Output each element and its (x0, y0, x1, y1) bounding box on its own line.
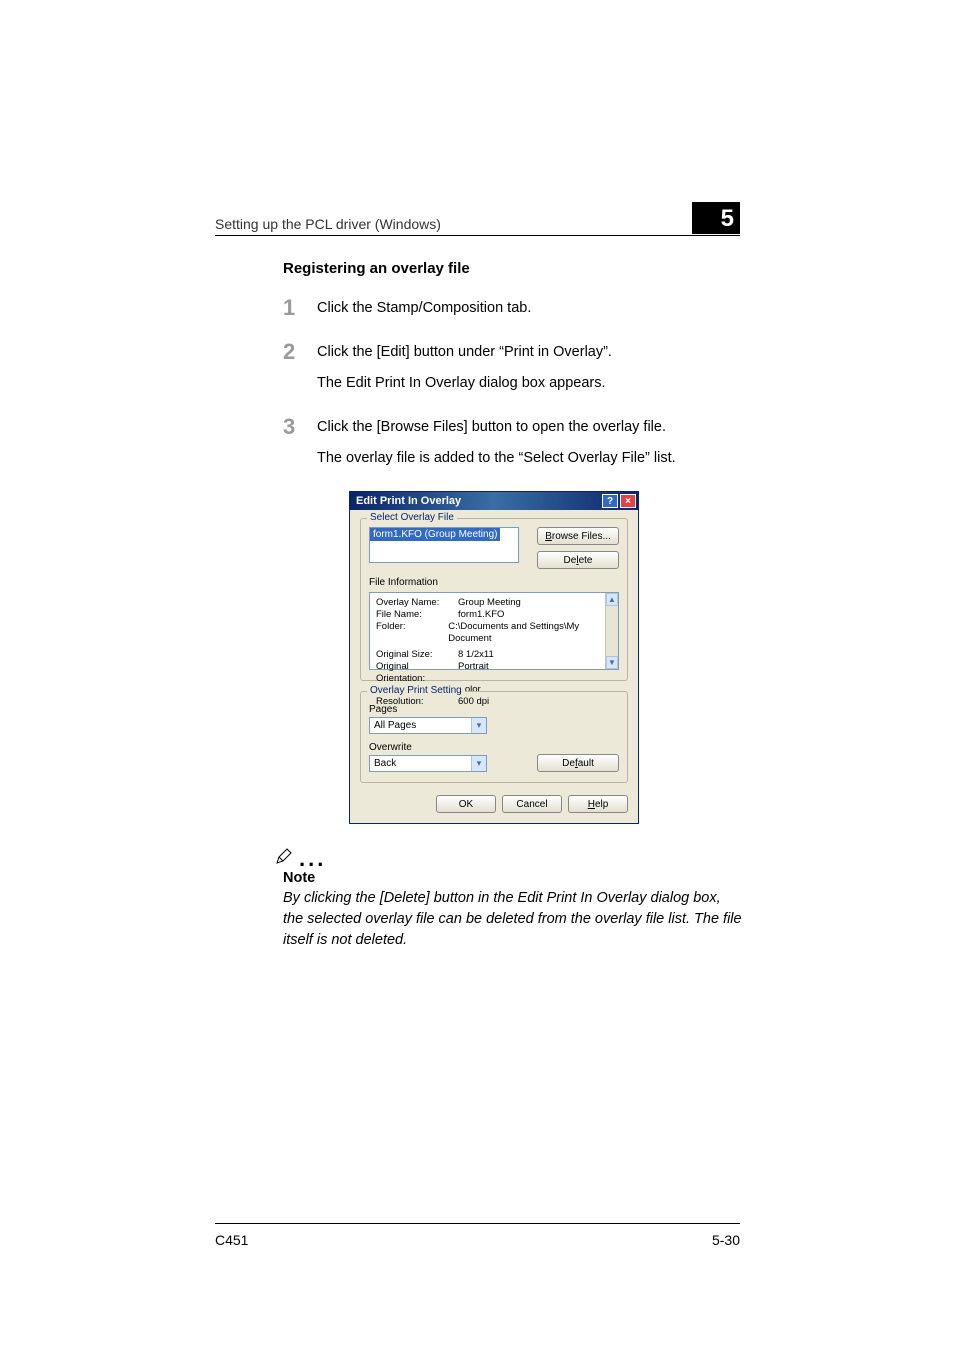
step-number: 2 (283, 341, 317, 402)
select-overlay-file-group: Select Overlay File form1.KFO (Group Mee… (360, 518, 628, 681)
overlay-print-setting-group: Overlay Print Setting Pages All Pages ▾ … (360, 691, 628, 783)
step-body: Click the [Edit] button under “Print in … (317, 341, 612, 402)
note-dots-icon: ... (299, 852, 326, 866)
default-button[interactable]: Default (537, 754, 619, 772)
step-body: Click the [Browse Files] button to open … (317, 416, 676, 477)
note-title: Note (283, 870, 743, 886)
pages-value: All Pages (370, 720, 471, 731)
info-key: Original Size: (376, 649, 458, 661)
overlay-file-list[interactable]: form1.KFO (Group Meeting) (369, 527, 519, 563)
chapter-number-badge: 5 (692, 202, 740, 234)
cancel-button[interactable]: Cancel (502, 795, 562, 813)
footer-rule (215, 1223, 740, 1224)
file-information-panel: Overlay Name:Group Meeting File Name:for… (369, 592, 619, 670)
note-block: ... Note By clicking the [Delete] button… (283, 848, 743, 951)
scroll-down-icon[interactable]: ▼ (606, 656, 618, 669)
step-1: 1 Click the Stamp/Composition tab. (283, 297, 743, 327)
step-text: Click the [Browse Files] button to open … (317, 416, 676, 438)
info-value: Portrait (458, 661, 489, 685)
close-icon[interactable]: × (620, 494, 636, 508)
footer-model: C451 (215, 1232, 248, 1248)
info-value: form1.KFO (458, 609, 504, 621)
header-rule (215, 235, 740, 236)
dialog-title: Edit Print In Overlay (356, 495, 461, 507)
browse-files-button[interactable]: Browse Files... (537, 527, 619, 545)
info-key: Folder: (376, 621, 448, 645)
scroll-up-icon[interactable]: ▲ (606, 593, 618, 606)
help-icon[interactable]: ? (602, 494, 618, 508)
scrollbar[interactable]: ▲ ▼ (605, 593, 618, 669)
step-2: 2 Click the [Edit] button under “Print i… (283, 341, 743, 402)
help-button[interactable]: Help (568, 795, 628, 813)
overwrite-value: Back (370, 758, 471, 769)
footer-page-number: 5-30 (712, 1232, 740, 1248)
file-information-label: File Information (369, 577, 619, 588)
dialog-titlebar[interactable]: Edit Print In Overlay ? × (350, 492, 638, 510)
delete-button[interactable]: Delete (537, 551, 619, 569)
overwrite-combo[interactable]: Back ▾ (369, 755, 487, 772)
chevron-down-icon[interactable]: ▾ (471, 718, 486, 733)
ok-button[interactable]: OK (436, 795, 496, 813)
info-key: File Name: (376, 609, 458, 621)
step-text: Click the [Edit] button under “Print in … (317, 341, 612, 363)
overwrite-label: Overwrite (369, 742, 487, 753)
info-value: C:\Documents and Settings\My Document (448, 621, 604, 645)
info-value: 8 1/2x11 (458, 649, 494, 661)
step-number: 1 (283, 297, 317, 327)
pages-combo[interactable]: All Pages ▾ (369, 717, 487, 734)
running-header: Setting up the PCL driver (Windows) (215, 216, 739, 232)
step-number: 3 (283, 416, 317, 477)
step-body: Click the Stamp/Composition tab. (317, 297, 531, 327)
step-text: The overlay file is added to the “Select… (317, 447, 676, 469)
info-key: Original Orientation: (376, 661, 458, 685)
step-text: The Edit Print In Overlay dialog box app… (317, 372, 612, 394)
step-text: Click the Stamp/Composition tab. (317, 297, 531, 319)
step-3: 3 Click the [Browse Files] button to ope… (283, 416, 743, 477)
chevron-down-icon[interactable]: ▾ (471, 756, 486, 771)
group-legend: Select Overlay File (367, 512, 457, 523)
info-key: Overlay Name: (376, 597, 458, 609)
info-value: Group Meeting (458, 597, 521, 609)
steps-list: 1 Click the Stamp/Composition tab. 2 Cli… (283, 297, 743, 477)
overlay-file-selected-item[interactable]: form1.KFO (Group Meeting) (370, 528, 500, 541)
dialog-footer: OK Cancel Help (360, 793, 628, 813)
note-body: By clicking the [Delete] button in the E… (283, 888, 743, 951)
section-title: Registering an overlay file (283, 260, 743, 277)
pages-label: Pages (369, 704, 619, 715)
group-legend: Overlay Print Setting (367, 685, 465, 696)
note-pencil-icon (275, 848, 293, 866)
edit-print-in-overlay-dialog: Edit Print In Overlay ? × Select Overlay… (349, 491, 639, 824)
